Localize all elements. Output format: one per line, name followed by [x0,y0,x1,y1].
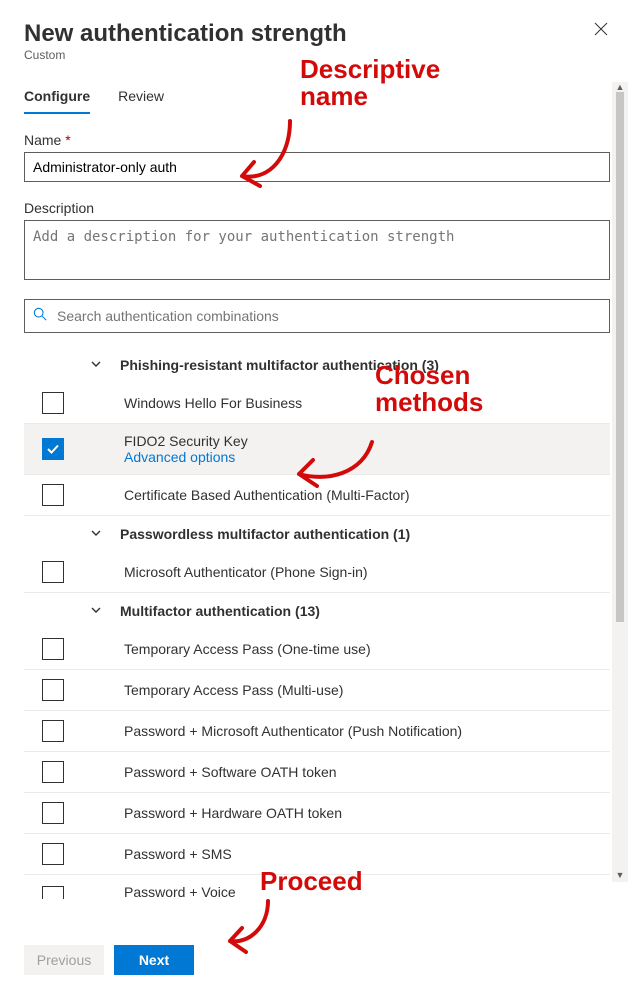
group-title: Phishing-resistant multifactor authentic… [120,357,439,373]
checkbox[interactable] [42,679,64,701]
method-label: Windows Hello For Business [124,395,610,411]
checkbox[interactable] [42,484,64,506]
panel-subtitle: Custom [24,48,606,62]
description-input[interactable] [24,220,610,280]
search-input[interactable] [55,307,601,325]
search-icon [33,307,47,326]
description-label: Description [24,200,610,216]
scroll-down-icon[interactable]: ▼ [614,870,626,882]
group-header-passwordless[interactable]: Passwordless multifactor authentication … [24,516,610,552]
group-title: Multifactor authentication (13) [120,603,320,619]
method-label: Password + Microsoft Authenticator (Push… [124,723,610,739]
footer: Previous Next [24,945,194,975]
next-button[interactable]: Next [114,945,194,975]
checkbox[interactable] [42,802,64,824]
method-label: Password + Software OATH token [124,764,610,780]
method-label: Password + SMS [124,846,610,862]
group-header-phishing[interactable]: Phishing-resistant multifactor authentic… [24,347,610,383]
search-box[interactable] [24,299,610,333]
method-label: Microsoft Authenticator (Phone Sign-in) [124,564,610,580]
method-pwd-push[interactable]: Password + Microsoft Authenticator (Push… [24,711,610,752]
scrollbar[interactable]: ▲ ▼ [612,82,628,882]
checkbox[interactable] [42,392,64,414]
name-input[interactable] [24,152,610,182]
header: New authentication strength Custom [0,0,630,62]
panel-title: New authentication strength [24,20,606,48]
tabs: Configure Review [24,82,610,114]
chevron-down-icon [90,527,102,542]
method-pwd-hard-oath[interactable]: Password + Hardware OATH token [24,793,610,834]
method-label: Certificate Based Authentication (Multi-… [124,487,610,503]
group-header-mfa[interactable]: Multifactor authentication (13) [24,593,610,629]
chevron-down-icon [90,604,102,619]
method-label: Temporary Access Pass (One-time use) [124,641,610,657]
method-pwd-sms[interactable]: Password + SMS [24,834,610,875]
name-label: Name * [24,132,610,148]
method-label: Password + Voice [124,884,610,900]
tab-review[interactable]: Review [118,82,164,114]
scroll-thumb[interactable] [616,92,624,622]
method-label: Temporary Access Pass (Multi-use) [124,682,610,698]
checkbox[interactable] [42,561,64,583]
checkbox[interactable] [42,886,64,899]
method-pwd-soft-oath[interactable]: Password + Software OATH token [24,752,610,793]
advanced-options-link[interactable]: Advanced options [124,449,610,465]
method-cba[interactable]: Certificate Based Authentication (Multi-… [24,475,610,516]
method-tap-onetime[interactable]: Temporary Access Pass (One-time use) [24,629,610,670]
close-icon[interactable] [594,22,608,41]
method-pwd-voice[interactable]: Password + Voice [24,875,610,907]
checkbox[interactable] [42,720,64,742]
method-fido2[interactable]: FIDO2 Security Key Advanced options [24,424,610,475]
method-tap-multi[interactable]: Temporary Access Pass (Multi-use) [24,670,610,711]
method-label: FIDO2 Security Key [124,433,248,449]
group-title: Passwordless multifactor authentication … [120,526,410,542]
content-scroll: Configure Review Name * Description Phis… [24,82,610,907]
method-windows-hello[interactable]: Windows Hello For Business [24,383,610,424]
tab-configure[interactable]: Configure [24,82,90,114]
checkbox[interactable] [42,843,64,865]
required-star-icon: * [65,132,70,148]
checkbox[interactable] [42,761,64,783]
checkbox[interactable] [42,638,64,660]
panel: New authentication strength Custom Confi… [0,0,630,997]
previous-button[interactable]: Previous [24,945,104,975]
chevron-down-icon [90,358,102,373]
checkbox-checked[interactable] [42,438,64,460]
method-ms-auth-phone[interactable]: Microsoft Authenticator (Phone Sign-in) [24,552,610,593]
method-label: Password + Hardware OATH token [124,805,610,821]
